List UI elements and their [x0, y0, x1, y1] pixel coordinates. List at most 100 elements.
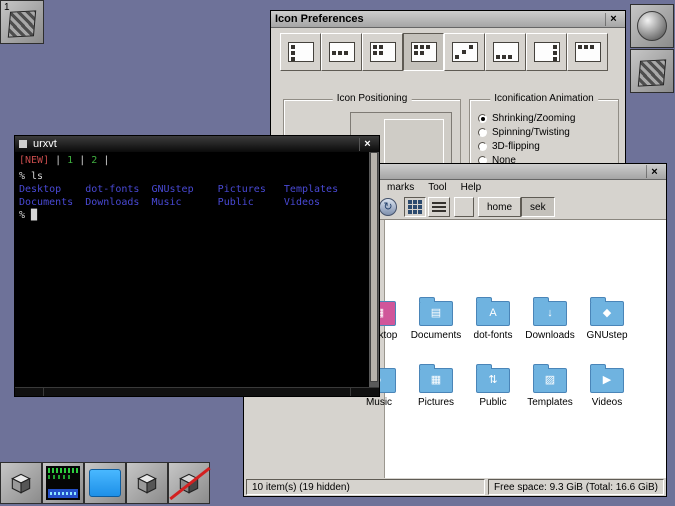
nav-icon[interactable]: ↻: [379, 198, 397, 216]
radio-3d-flipping[interactable]: 3D-flipping: [478, 139, 575, 153]
dock-tile-gnustep[interactable]: [630, 4, 674, 48]
list-view-icon: [432, 201, 446, 213]
position-left-column[interactable]: [280, 33, 321, 71]
dock-tile-pattern[interactable]: [630, 49, 674, 93]
resize-handle[interactable]: [15, 387, 379, 396]
pattern-icon: [637, 59, 667, 87]
position-glyph: [369, 42, 396, 62]
icon-preferences-titlebar[interactable]: Icon Preferences ×: [271, 11, 625, 28]
folder-label: Public: [479, 397, 507, 408]
folder-public[interactable]: ⇅ Public: [466, 364, 520, 408]
folder-videos[interactable]: ▶ Videos: [580, 364, 634, 408]
menu-bar-items: marks Tool Help: [387, 182, 481, 193]
iconification-animation-label: Iconification Animation: [490, 93, 598, 104]
close-icon[interactable]: ×: [646, 165, 662, 178]
radio-label: 3D-flipping: [492, 140, 540, 152]
folder-glyph: A: [489, 307, 497, 319]
monitor-graph-top: [48, 468, 78, 473]
folder-glyph: ▶: [602, 374, 612, 386]
menu-item-help[interactable]: Help: [461, 182, 482, 193]
folder-pictures[interactable]: ▦ Pictures: [409, 364, 463, 408]
position-top-row[interactable]: [567, 33, 608, 71]
status-free-space: Free space: 9.3 GiB (Total: 16.6 GiB): [488, 479, 664, 495]
position-glyph: [492, 42, 519, 62]
animation-options: Shrinking/Zooming Spinning/Twisting 3D-fli…: [478, 111, 575, 167]
position-glyph: [328, 42, 355, 62]
dock-tile-cube-disabled[interactable]: [168, 462, 211, 504]
folder-downloads[interactable]: ↓ Downloads: [523, 297, 577, 341]
cube-icon: [1, 463, 41, 503]
bottom-dock: [0, 462, 211, 504]
position-glyph: [410, 42, 437, 62]
position-bottom-row[interactable]: [485, 33, 526, 71]
dock-tile-terminal-launcher[interactable]: [84, 462, 126, 504]
folder-label: Templates: [527, 397, 573, 408]
desktop: 1 Icon Preferences × Icon Positioning Ic…: [0, 0, 675, 506]
position-glyph: [287, 42, 314, 62]
folder-icon: ▨: [533, 364, 567, 393]
terminal-lines[interactable]: [NEW] | 1 | 2 |% ls Desktop dot-fonts GNU…: [15, 152, 369, 388]
menu-item-marks[interactable]: marks: [387, 182, 414, 193]
position-glyph: [451, 42, 478, 62]
terminal-scrollbar[interactable]: [369, 152, 379, 388]
icon-view-button[interactable]: [404, 197, 426, 217]
position-grid[interactable]: [403, 33, 444, 71]
dock-tile-cube[interactable]: [126, 462, 168, 504]
folder-glyph: ↓: [547, 307, 553, 319]
folder-icon: ◆: [590, 297, 624, 326]
folder-documents[interactable]: ▤ Documents: [409, 297, 463, 341]
position-right-column[interactable]: [526, 33, 567, 71]
dock-tile-monitor[interactable]: [42, 462, 84, 504]
radio-label: Shrinking/Zooming: [492, 112, 576, 124]
folder-label: Pictures: [417, 397, 455, 408]
radio-spinning-twisting[interactable]: Spinning/Twisting: [478, 125, 575, 139]
folder-glyph: ▦: [430, 374, 442, 386]
folder-glyph: ▨: [544, 374, 556, 386]
clip-tile[interactable]: 1: [0, 0, 44, 44]
folder-icon: ▦: [419, 364, 453, 393]
radio-shrinking-zooming[interactable]: Shrinking/Zooming: [478, 111, 575, 125]
dock-tile-wmaker[interactable]: [0, 462, 42, 504]
close-icon[interactable]: ×: [605, 12, 621, 26]
blue-screen-icon: [89, 469, 121, 497]
sphere-icon: [637, 11, 667, 41]
terminal-scrollbar-thumb[interactable]: [370, 152, 378, 382]
clip-workspace-label: 1: [4, 2, 10, 13]
menu-item-tool[interactable]: Tool: [428, 182, 446, 193]
folder-templates[interactable]: ▨ Templates: [523, 364, 577, 408]
terminal-title: urxvt: [33, 138, 57, 150]
monitor-graph-mid: [48, 475, 70, 479]
folder-icon: A: [476, 297, 510, 326]
path-button-home[interactable]: home: [478, 197, 522, 217]
position-middle-row[interactable]: [321, 33, 362, 71]
radio-label: Spinning/Twisting: [492, 126, 570, 138]
folder-icon: ▶: [590, 364, 624, 393]
position-glyph: [533, 42, 560, 62]
position-top-left-block[interactable]: [362, 33, 403, 71]
monitor-icon: [46, 466, 80, 500]
close-icon[interactable]: ×: [359, 137, 375, 151]
folder-icon: ⇅: [476, 364, 510, 393]
monitor-status-bar: [48, 489, 78, 498]
clip-pattern-icon: [7, 10, 37, 38]
folder-label: Videos: [591, 397, 623, 408]
position-toolbar: [280, 33, 608, 71]
radio-icon: [478, 113, 487, 123]
folder-label: Music: [365, 397, 393, 408]
folder-label: GNUstep: [586, 330, 628, 341]
terminal-titlebar[interactable]: urxvt ×: [15, 136, 379, 152]
path-root-button[interactable]: [454, 197, 474, 217]
status-items-count: 10 item(s) (19 hidden): [246, 479, 486, 495]
icon-preferences-title: Icon Preferences: [275, 13, 364, 25]
folder-dot-fonts[interactable]: Adot-fonts: [466, 297, 520, 341]
radio-icon: [478, 127, 487, 137]
list-view-button[interactable]: [428, 197, 450, 217]
position-diagonal[interactable]: [444, 33, 485, 71]
path-button-sek[interactable]: sek: [521, 197, 555, 217]
path-bar: home sek: [478, 197, 555, 217]
folder-gnustep[interactable]: ◆ GNUstep: [580, 297, 634, 341]
grid-view-icon: [408, 200, 422, 214]
folder-icon: ↓: [533, 297, 567, 326]
position-glyph: [574, 42, 601, 62]
terminal-window: urxvt × [NEW] | 1 | 2 |% ls Desktop dot-f…: [14, 135, 380, 397]
